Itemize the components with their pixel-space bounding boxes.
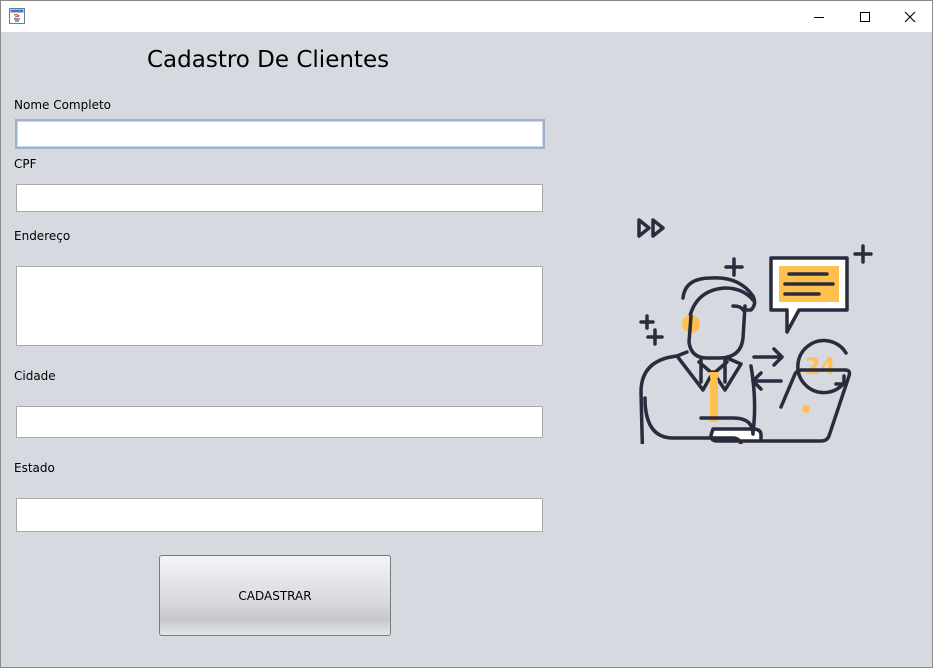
cidade-input[interactable] <box>16 406 543 438</box>
app-window: Cadastro De Clientes Nome Completo CPF E… <box>0 0 933 668</box>
maximize-icon <box>860 11 870 22</box>
chat-bubble-icon <box>769 256 849 334</box>
cpf-input[interactable] <box>16 184 543 212</box>
cadastrar-button[interactable]: CADASTRAR <box>159 555 391 636</box>
java-app-icon <box>9 8 25 24</box>
title-bar <box>1 1 932 32</box>
close-button[interactable] <box>887 1 933 32</box>
endereco-label: Endereço <box>14 229 71 243</box>
endereco-textarea[interactable] <box>16 266 543 346</box>
24-hour-icon: 24 <box>796 338 848 395</box>
nome-completo-input[interactable] <box>15 119 545 149</box>
cpf-label: CPF <box>14 157 37 171</box>
customer-support-illustration: 24 <box>637 218 873 444</box>
close-icon <box>904 11 916 22</box>
minimize-button[interactable] <box>796 1 842 32</box>
estado-label: Estado <box>14 461 55 475</box>
24-hour-label: 24 <box>805 355 836 380</box>
swap-arrows-icon <box>751 347 784 391</box>
minimize-icon <box>814 16 824 18</box>
fast-forward-icon <box>637 218 665 238</box>
cidade-label: Cidade <box>14 369 56 383</box>
estado-input[interactable] <box>16 498 543 532</box>
page-title: Cadastro De Clientes <box>147 47 390 73</box>
nome-completo-label: Nome Completo <box>14 98 111 112</box>
maximize-button[interactable] <box>842 1 888 32</box>
form-panel: Cadastro De Clientes Nome Completo CPF E… <box>1 32 932 667</box>
